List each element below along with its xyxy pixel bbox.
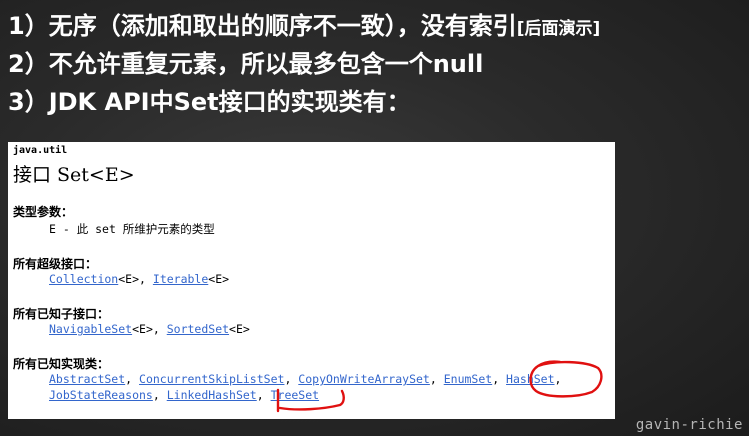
link-iterable[interactable]: Iterable bbox=[153, 272, 208, 286]
separator: , bbox=[284, 372, 299, 386]
hashset-highlight-ellipse bbox=[529, 360, 603, 398]
link-abstractset[interactable]: AbstractSet bbox=[49, 372, 125, 386]
watermark: gavin-richie bbox=[635, 417, 743, 433]
generic-suffix: <E> bbox=[208, 272, 230, 286]
subinterfaces-list: NavigableSet<E>, SortedSet<E> bbox=[49, 322, 250, 336]
generic-suffix: <E> bbox=[118, 272, 140, 286]
implementing-label: 所有已知实现类： bbox=[13, 357, 110, 371]
link-navigableset[interactable]: NavigableSet bbox=[49, 322, 132, 336]
heading-line-1: 1）无序（添加和取出的顺序不一致），没有索引[后面演示] bbox=[8, 6, 600, 41]
separator: , bbox=[152, 388, 167, 402]
heading-line-1-text: 1）无序（添加和取出的顺序不一致），没有索引 bbox=[8, 12, 517, 40]
generic-suffix: <E> bbox=[229, 322, 250, 336]
generic-suffix: <E> bbox=[132, 322, 153, 336]
separator: , bbox=[429, 372, 444, 386]
superinterfaces-list: Collection<E>, Iterable<E> bbox=[49, 272, 229, 286]
type-params-label: 类型参数： bbox=[13, 205, 74, 219]
link-concurrentskiplistset[interactable]: ConcurrentSkipListSet bbox=[139, 372, 284, 386]
superinterfaces-label: 所有超级接口： bbox=[13, 257, 98, 271]
link-linkedhashset[interactable]: LinkedHashSet bbox=[167, 388, 257, 402]
link-jobstatereasons[interactable]: JobStateReasons bbox=[49, 388, 153, 402]
type-params-text: E - 此 set 所维护元素的类型 bbox=[49, 222, 215, 236]
link-sortedset[interactable]: SortedSet bbox=[167, 322, 229, 336]
package-name: java.util bbox=[13, 145, 68, 156]
link-collection[interactable]: Collection bbox=[49, 272, 118, 286]
javadoc-panel: java.util 接口 Set<E> 类型参数： E - 此 set 所维护元… bbox=[8, 142, 615, 419]
treeset-highlight-bracket bbox=[276, 388, 345, 413]
separator: , bbox=[256, 388, 271, 402]
implementing-row-1: AbstractSet, ConcurrentSkipListSet, Copy… bbox=[49, 372, 561, 386]
separator: , bbox=[492, 372, 507, 386]
link-copyonwritearrayset[interactable]: CopyOnWriteArraySet bbox=[298, 372, 430, 386]
interface-title: 接口 Set<E> bbox=[13, 164, 135, 186]
heading-line-2: 2）不允许重复元素，所以最多包含一个null bbox=[8, 50, 484, 78]
heading-line-3: 3）JDK API中Set接口的实现类有： bbox=[8, 88, 411, 116]
separator: , bbox=[125, 372, 140, 386]
link-enumset[interactable]: EnumSet bbox=[444, 372, 492, 386]
separator: , bbox=[152, 322, 167, 336]
subinterfaces-label: 所有已知子接口： bbox=[13, 307, 110, 321]
separator: , bbox=[139, 272, 153, 286]
heading-line-1-note: [后面演示] bbox=[516, 19, 601, 39]
